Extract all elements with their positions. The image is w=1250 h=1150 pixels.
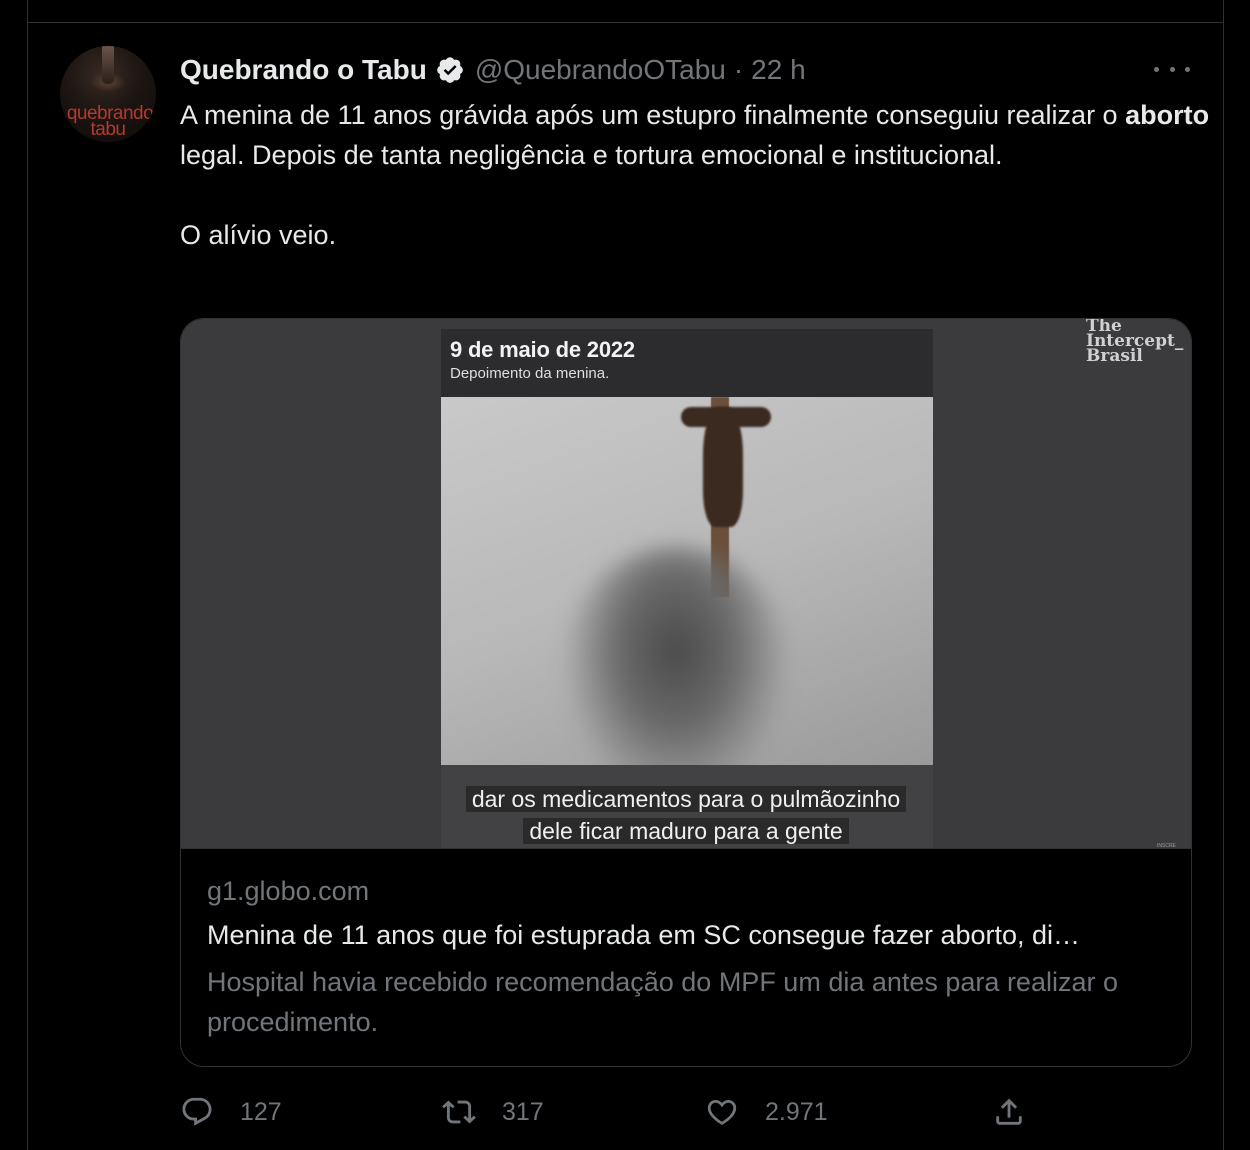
retweet-icon: [442, 1095, 476, 1129]
tweet-header: Quebrando o Tabu @QuebrandoOTabu · 22 h: [180, 52, 806, 88]
card-domain: g1.globo.com: [207, 876, 370, 906]
tweet-text-bold: aborto: [1125, 100, 1210, 130]
reply-button[interactable]: 127: [180, 1090, 282, 1134]
tweet-paragraph-1: A menina de 11 anos grávida após um estu…: [180, 95, 1210, 175]
intercept-logo: The Intercept_ Brasil: [1086, 319, 1183, 366]
share-button[interactable]: [992, 1090, 1026, 1134]
video-date: 9 de maio de 2022: [450, 337, 635, 362]
card-media[interactable]: 9 de maio de 2022 Depoimento da menina. …: [181, 319, 1191, 849]
action-bar: 127 317 2.971: [180, 1090, 1190, 1134]
card-description: Hospital havia recebido recomendação do …: [207, 967, 1118, 1037]
share-icon: [992, 1095, 1026, 1129]
card-title: Menina de 11 anos que foi estuprada em S…: [207, 920, 1081, 950]
reply-icon: [180, 1095, 214, 1129]
link-card[interactable]: 9 de maio de 2022 Depoimento da menina. …: [180, 318, 1192, 1067]
crucifix-figure: [703, 407, 743, 527]
timeline-border-right: [1223, 0, 1224, 1150]
tweet-timestamp[interactable]: 22 h: [751, 54, 806, 86]
video-still: [441, 397, 933, 765]
display-name[interactable]: Quebrando o Tabu: [180, 54, 427, 86]
like-count: 2.971: [765, 1097, 828, 1126]
avatar-lamp: [102, 46, 114, 84]
tweet-text: A menina de 11 anos grávida após um estu…: [180, 95, 1210, 255]
handle[interactable]: @QuebrandoOTabu: [475, 54, 726, 86]
watermark-line-3: Brasil: [1086, 346, 1143, 366]
caption-line-2: dele ficar maduro para a gente: [523, 818, 849, 844]
more-dot: [1169, 66, 1175, 72]
video-frame: 9 de maio de 2022 Depoimento da menina.: [441, 329, 933, 849]
tweet-paragraph-2: O alívio veio.: [180, 220, 337, 250]
more-dot: [1154, 66, 1159, 72]
heart-icon: [705, 1095, 739, 1129]
caption-line-1: dar os medicamentos para o pulmãozinho: [465, 786, 907, 812]
separator-dot: ·: [733, 54, 744, 85]
reply-count: 127: [240, 1097, 282, 1126]
video-subtitle: Depoimento da menina.: [450, 365, 610, 382]
more-dot: [1185, 66, 1190, 72]
blurred-person: [561, 547, 791, 765]
video-header: 9 de maio de 2022 Depoimento da menina.: [441, 329, 933, 397]
avatar-text-line2: tabu: [90, 119, 126, 140]
tweet-text-part1: A menina de 11 anos grávida após um estu…: [180, 100, 1126, 130]
timeline-border-left: [27, 0, 28, 1150]
retweet-count: 317: [502, 1097, 544, 1126]
more-icon[interactable]: [1154, 58, 1190, 80]
like-button[interactable]: 2.971: [705, 1090, 828, 1134]
video-caption: dar os medicamentos para o pulmãozinho de…: [451, 783, 921, 847]
retweet-button[interactable]: 317: [442, 1090, 544, 1134]
tweet-text-part2: legal. Depois de tanta negligência e tor…: [180, 140, 1003, 170]
verified-badge-icon: [435, 55, 465, 85]
tweet-divider: [27, 22, 1224, 23]
avatar[interactable]: quebrando tabu: [60, 46, 156, 142]
card-divider: [181, 848, 1191, 849]
